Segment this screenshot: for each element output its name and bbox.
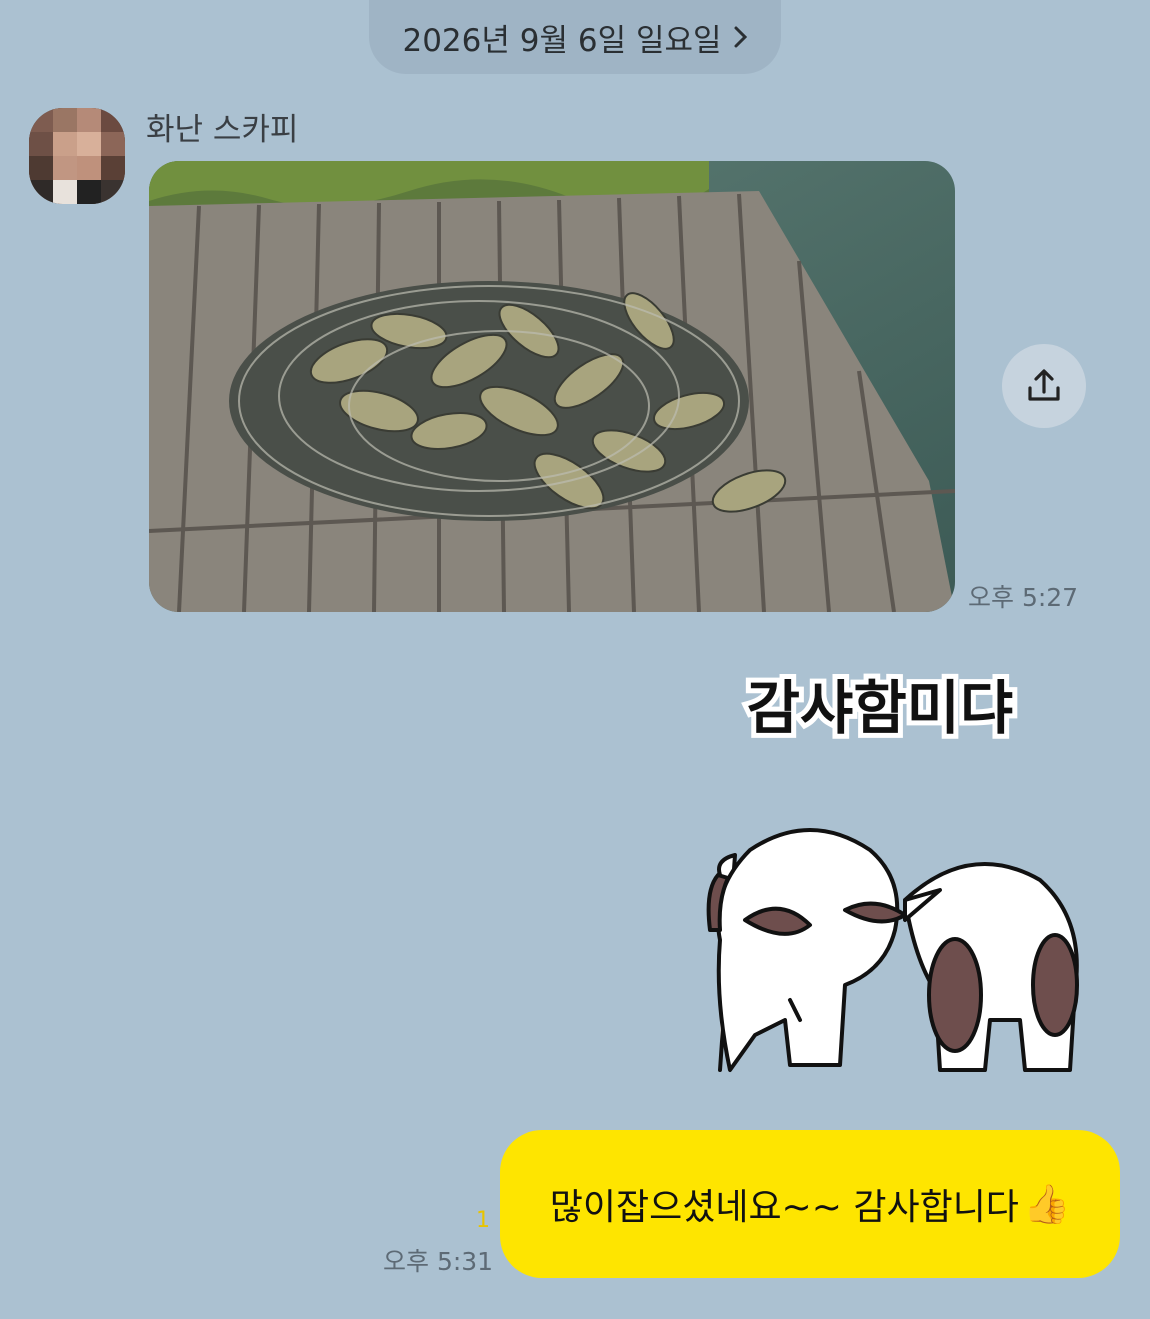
pixelated-avatar-icon [29,108,125,204]
unread-count: 1 [476,1208,490,1233]
date-separator[interactable]: 2026년 9월 6일 일요일 [369,0,781,74]
sender-name: 화난 스카피 [146,112,299,148]
message-text: 많이잡으셨네요~~ 감사합니다 [549,1187,1019,1228]
thanks-text-sticker[interactable]: 감샤함미댜 [730,668,1030,758]
fish-catch-photo [149,161,955,612]
share-button[interactable] [1002,344,1086,428]
date-label: 2026년 9월 6일 일요일 [402,22,722,59]
outgoing-message-bubble[interactable]: 많이잡으셨네요~~ 감사합니다 👍 [500,1130,1120,1278]
chevron-right-icon [734,26,747,48]
incoming-timestamp: 오후 5:27 [968,583,1079,612]
sender-avatar[interactable] [29,108,125,204]
shared-photo[interactable] [149,161,955,612]
outgoing-timestamp: 오후 5:31 [383,1247,494,1276]
bowing-characters-sticker[interactable] [690,820,1090,1090]
share-upload-icon [1028,369,1060,401]
thumbs-up-icon: 👍 [1022,1181,1071,1226]
sticker-text: 감샤함미댜 [747,674,1014,742]
